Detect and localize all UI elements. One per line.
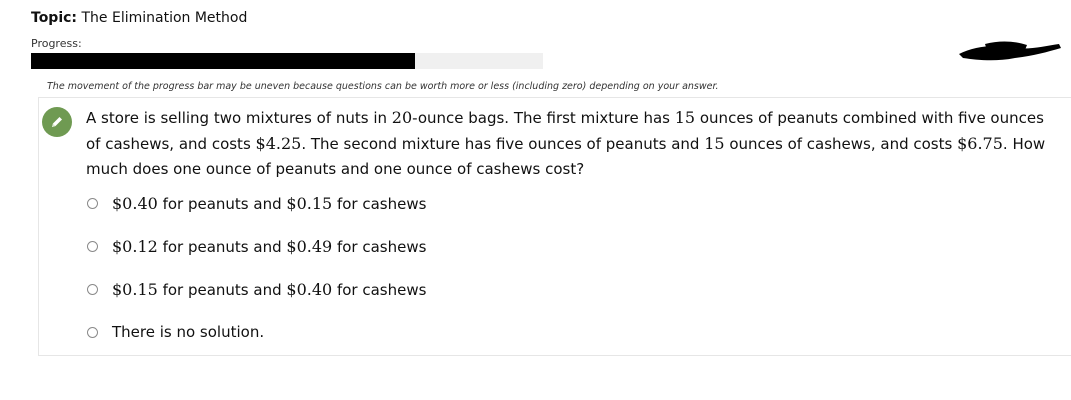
redaction-scribble xyxy=(959,41,1061,61)
progress-bar xyxy=(31,53,543,69)
topic-label: Topic: xyxy=(31,10,78,26)
math-value: 15 xyxy=(704,134,725,153)
radio-button[interactable] xyxy=(87,284,98,295)
math-value: $0.49 xyxy=(286,237,333,256)
math-value: $0.40 xyxy=(112,194,158,213)
math-value: $0.12 xyxy=(112,237,158,256)
option-text: for peanuts and xyxy=(157,195,287,213)
math-value: $4.25 xyxy=(255,134,302,153)
progress-bar-fill xyxy=(31,53,415,69)
radio-button[interactable] xyxy=(87,241,98,252)
answer-option-label: $0.15 for peanuts and $0.40 for cashews xyxy=(112,280,426,299)
topic-value: The Elimination Method xyxy=(81,10,248,26)
progress-note: The movement of the progress bar may be … xyxy=(47,81,719,92)
answer-option-4[interactable]: There is no solution. xyxy=(87,323,264,341)
answer-option-3[interactable]: $0.15 for peanuts and $0.40 for cashews xyxy=(87,280,426,299)
answer-option-label: There is no solution. xyxy=(112,323,265,341)
answer-option-1[interactable]: $0.40 for peanuts and $0.15 for cashews xyxy=(87,194,426,213)
question-text-part: -ounce bags. The first mixture has xyxy=(412,109,675,127)
math-value: $0.15 xyxy=(286,194,333,213)
radio-button[interactable] xyxy=(87,326,98,338)
pencil-icon xyxy=(42,107,72,137)
answer-option-2[interactable]: $0.12 for peanuts and $0.49 for cashews xyxy=(87,237,426,256)
math-value: 20 xyxy=(391,108,413,127)
option-text: for cashews xyxy=(332,195,427,213)
math-value: $0.40 xyxy=(286,280,333,299)
math-value: $0.15 xyxy=(112,280,158,299)
option-text: for peanuts and xyxy=(157,238,287,256)
math-value: $6.75 xyxy=(957,134,1003,153)
answer-option-label: $0.40 for peanuts and $0.15 for cashews xyxy=(112,194,426,213)
radio-button[interactable] xyxy=(87,198,98,209)
question-card: A store is selling two mixtures of nuts … xyxy=(38,97,1071,356)
question-text-part: A store is selling two mixtures of nuts … xyxy=(86,109,392,127)
option-text: for cashews xyxy=(332,281,427,299)
math-value: 15 xyxy=(674,108,696,127)
answer-option-label: $0.12 for peanuts and $0.49 for cashews xyxy=(112,237,426,256)
question-text: A store is selling two mixtures of nuts … xyxy=(86,105,1046,182)
topic-title: Topic: The Elimination Method xyxy=(31,10,247,26)
question-text-part: ounces of cashews, and costs xyxy=(724,135,958,153)
option-text: for cashews xyxy=(332,238,427,256)
progress-label: Progress: xyxy=(31,37,82,50)
option-text: for peanuts and xyxy=(157,281,287,299)
question-text-part: . The second mixture has five ounces of … xyxy=(301,135,705,153)
